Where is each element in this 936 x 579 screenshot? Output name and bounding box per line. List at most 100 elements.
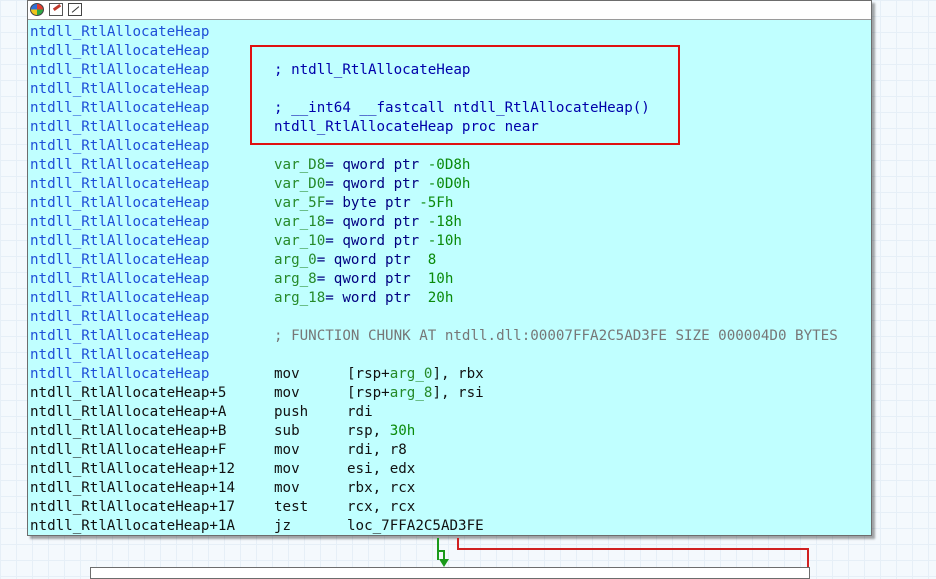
line-address[interactable]: ntdll_RtlAllocateHeap: [30, 42, 209, 61]
stack-variable-definition[interactable]: arg_18= word ptr 20h: [274, 289, 453, 308]
stack-variable-definition[interactable]: var_18= qword ptr -18h: [274, 213, 462, 232]
operand-immediate[interactable]: 30h: [390, 423, 416, 439]
disassembly-line[interactable]: ntdll_RtlAllocateHeap: [30, 137, 870, 156]
line-address[interactable]: ntdll_RtlAllocateHeap: [30, 327, 209, 346]
color-palette-icon[interactable]: [30, 3, 44, 16]
stack-variable-offset: 8: [427, 252, 437, 268]
line-address[interactable]: ntdll_RtlAllocateHeap: [30, 289, 209, 308]
disassembly-line[interactable]: ntdll_RtlAllocateHeap var_D8= qword ptr -…: [30, 156, 870, 175]
line-address[interactable]: ntdll_RtlAllocateHeap+17: [30, 498, 235, 517]
graph-layout-icon[interactable]: [68, 3, 82, 16]
line-address[interactable]: ntdll_RtlAllocateHeap+A: [30, 403, 226, 422]
stack-variable-definition[interactable]: var_5F= byte ptr -5Fh: [274, 194, 453, 213]
line-address[interactable]: ntdll_RtlAllocateHeap+1A: [30, 517, 235, 536]
stack-variable-definition[interactable]: arg_0= qword ptr 8: [274, 251, 436, 270]
line-address[interactable]: ntdll_RtlAllocateHeap: [30, 194, 209, 213]
line-address[interactable]: ntdll_RtlAllocateHeap: [30, 308, 209, 327]
disassembly-line[interactable]: ntdll_RtlAllocateHeap: [30, 42, 870, 61]
line-address[interactable]: ntdll_RtlAllocateHeap+B: [30, 422, 226, 441]
disassembly-line[interactable]: ntdll_RtlAllocateHeap arg_8= qword ptr 10…: [30, 270, 870, 289]
disassembly-line[interactable]: ntdll_RtlAllocateHeap mov [rsp+arg_0], rbx: [30, 365, 870, 384]
disassembly-line[interactable]: ntdll_RtlAllocateHeap: [30, 346, 870, 365]
line-address[interactable]: ntdll_RtlAllocateHeap: [30, 213, 209, 232]
instruction-operands[interactable]: esi, edx: [347, 460, 415, 479]
instruction-operands[interactable]: rdi, r8: [347, 441, 407, 460]
instruction-operands[interactable]: rdi: [347, 403, 373, 422]
instruction-mnemonic[interactable]: mov: [274, 460, 300, 479]
line-address[interactable]: ntdll_RtlAllocateHeap: [30, 118, 209, 137]
line-address[interactable]: ntdll_RtlAllocateHeap: [30, 23, 209, 42]
disassembly-line[interactable]: ntdll_RtlAllocateHeap: [30, 23, 870, 42]
line-address[interactable]: ntdll_RtlAllocateHeap: [30, 251, 209, 270]
instruction-operands[interactable]: [rsp+arg_0], rbx: [347, 365, 484, 384]
instruction-mnemonic[interactable]: mov: [274, 479, 300, 498]
stack-variable-name[interactable]: arg_8: [274, 271, 317, 287]
disassembly-line[interactable]: ntdll_RtlAllocateHeap arg_18= word ptr 20…: [30, 289, 870, 308]
stack-variable-name[interactable]: arg_0: [274, 252, 317, 268]
stack-variable-type: = word ptr: [325, 290, 428, 306]
stack-variable-definition[interactable]: var_D0= qword ptr -0D0h: [274, 175, 470, 194]
disassembly-line[interactable]: ntdll_RtlAllocateHeap var_5F= byte ptr -5…: [30, 194, 870, 213]
disassembly-line[interactable]: ntdll_RtlAllocateHeap var_18= qword ptr -…: [30, 213, 870, 232]
disassembly-line[interactable]: ntdll_RtlAllocateHeap+B sub rsp, 30h: [30, 422, 870, 441]
disassembly-line[interactable]: ntdll_RtlAllocateHeap ; __int64 __fastcal…: [30, 99, 870, 118]
disassembly-line[interactable]: ntdll_RtlAllocateHeap ; ntdll_RtlAllocate…: [30, 61, 870, 80]
instruction-operands[interactable]: [rsp+arg_8], rsi: [347, 384, 484, 403]
stack-variable-type: = qword ptr: [316, 252, 428, 268]
stack-variable-name[interactable]: var_10: [274, 233, 325, 249]
line-address[interactable]: ntdll_RtlAllocateHeap+12: [30, 460, 235, 479]
instruction-mnemonic[interactable]: push: [274, 403, 308, 422]
stack-variable-name[interactable]: var_18: [274, 214, 325, 230]
disassembly-line[interactable]: ntdll_RtlAllocateHeap+12 mov esi, edx: [30, 460, 870, 479]
instruction-operands[interactable]: loc_7FFA2C5AD3FE: [347, 517, 484, 536]
line-address[interactable]: ntdll_RtlAllocateHeap: [30, 137, 209, 156]
stack-variable-name[interactable]: var_D8: [274, 157, 325, 173]
disassembly-line[interactable]: ntdll_RtlAllocateHeap+F mov rdi, r8: [30, 441, 870, 460]
disassembly-line[interactable]: ntdll_RtlAllocateHeap arg_0= qword ptr 8: [30, 251, 870, 270]
disassembly-line[interactable]: ntdll_RtlAllocateHeap var_D0= qword ptr -…: [30, 175, 870, 194]
instruction-operands[interactable]: rcx, rcx: [347, 498, 415, 517]
stack-variable-name[interactable]: var_5F: [274, 195, 325, 211]
stack-variable-name[interactable]: var_D0: [274, 176, 325, 192]
line-address[interactable]: ntdll_RtlAllocateHeap+14: [30, 479, 235, 498]
disassembly-line[interactable]: ntdll_RtlAllocateHeap var_10= qword ptr -…: [30, 232, 870, 251]
operand-label[interactable]: loc_7FFA2C5AD3FE: [347, 518, 484, 534]
disassembly-line[interactable]: ntdll_RtlAllocateHeap+14 mov rbx, rcx: [30, 479, 870, 498]
instruction-operands[interactable]: rbx, rcx: [347, 479, 415, 498]
edit-pencil-icon[interactable]: [49, 3, 63, 16]
disassembly-line[interactable]: ntdll_RtlAllocateHeap: [30, 308, 870, 327]
line-address[interactable]: ntdll_RtlAllocateHeap+5: [30, 384, 226, 403]
stack-variable-definition[interactable]: arg_8= qword ptr 10h: [274, 270, 453, 289]
next-graph-node[interactable]: [90, 567, 810, 579]
disassembly-line[interactable]: ntdll_RtlAllocateHeap ntdll_RtlAllocateHe…: [30, 118, 870, 137]
line-address[interactable]: ntdll_RtlAllocateHeap: [30, 61, 209, 80]
disassembly-line[interactable]: ntdll_RtlAllocateHeap+1A jz loc_7FFA2C5AD3…: [30, 517, 870, 536]
line-address[interactable]: ntdll_RtlAllocateHeap: [30, 232, 209, 251]
disassembly-line[interactable]: ntdll_RtlAllocateHeap+17 test rcx, rcx: [30, 498, 870, 517]
line-address[interactable]: ntdll_RtlAllocateHeap+F: [30, 441, 226, 460]
line-address[interactable]: ntdll_RtlAllocateHeap: [30, 175, 209, 194]
disassembly-line[interactable]: ntdll_RtlAllocateHeap: [30, 80, 870, 99]
instruction-mnemonic[interactable]: jz: [274, 517, 291, 536]
instruction-mnemonic[interactable]: sub: [274, 422, 300, 441]
line-address[interactable]: ntdll_RtlAllocateHeap: [30, 156, 209, 175]
instruction-mnemonic[interactable]: test: [274, 498, 308, 517]
line-address[interactable]: ntdll_RtlAllocateHeap: [30, 80, 209, 99]
disassembly-line[interactable]: ntdll_RtlAllocateHeap+5 mov [rsp+arg_8], r…: [30, 384, 870, 403]
line-address[interactable]: ntdll_RtlAllocateHeap: [30, 365, 209, 384]
instruction-operands[interactable]: rsp, 30h: [347, 422, 415, 441]
instruction-mnemonic[interactable]: mov: [274, 441, 300, 460]
line-address[interactable]: ntdll_RtlAllocateHeap: [30, 270, 209, 289]
disassembly-line[interactable]: ntdll_RtlAllocateHeap+A push rdi: [30, 403, 870, 422]
line-address[interactable]: ntdll_RtlAllocateHeap: [30, 99, 209, 118]
stack-variable-definition[interactable]: var_10= qword ptr -10h: [274, 232, 462, 251]
disassembly-graph-node[interactable]: ntdll_RtlAllocateHeap ntdll_RtlAllocateHe…: [27, 0, 872, 536]
disassembly-line[interactable]: ntdll_RtlAllocateHeap ; FUNCTION CHUNK AT…: [30, 327, 870, 346]
stack-variable-name[interactable]: arg_18: [274, 290, 325, 306]
instruction-mnemonic[interactable]: mov: [274, 384, 300, 403]
instruction-mnemonic[interactable]: mov: [274, 365, 300, 384]
operand-variable[interactable]: arg_0: [390, 366, 433, 382]
line-address[interactable]: ntdll_RtlAllocateHeap: [30, 346, 209, 365]
stack-variable-definition[interactable]: var_D8= qword ptr -0D8h: [274, 156, 470, 175]
operand-variable[interactable]: arg_8: [390, 385, 433, 401]
